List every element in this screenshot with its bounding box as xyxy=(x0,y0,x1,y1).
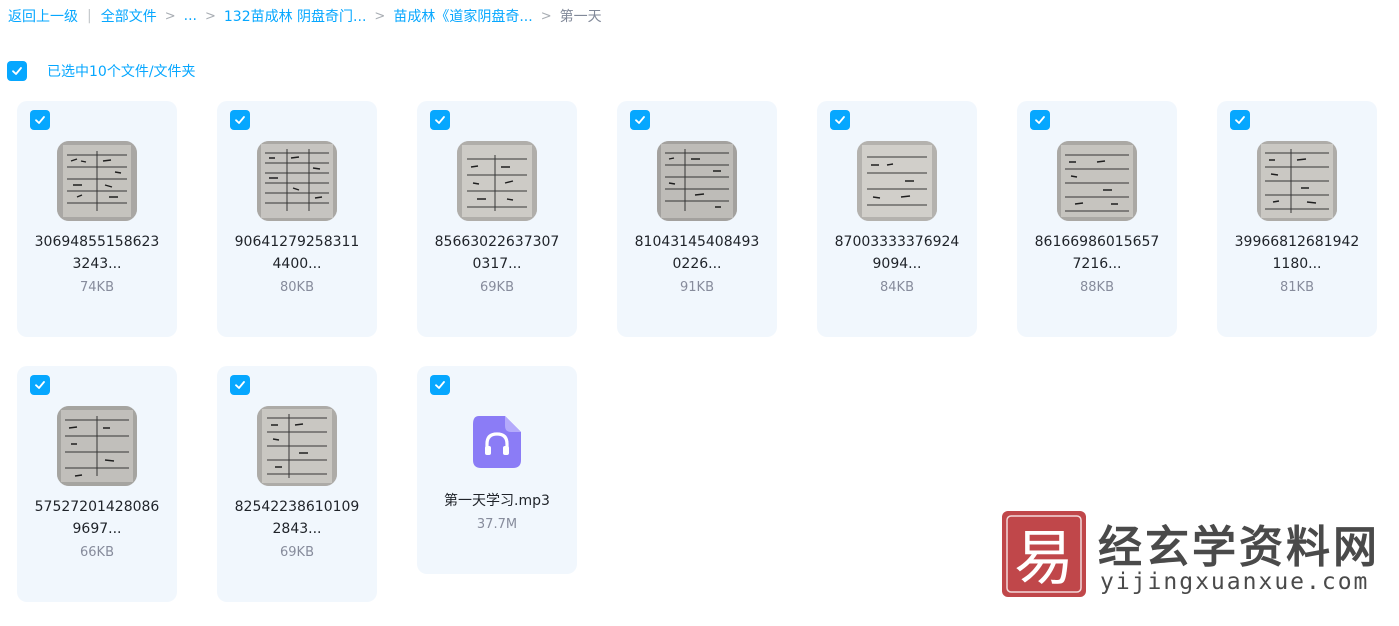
watermark-logo: 易 xyxy=(1000,509,1088,599)
image-thumbnail xyxy=(257,406,337,486)
image-thumbnail xyxy=(57,141,137,221)
image-thumbnail xyxy=(657,141,737,221)
checkmark-icon xyxy=(435,381,445,389)
file-name-line: 82542238610109 xyxy=(234,499,360,515)
breadcrumb-separator-icon: > xyxy=(204,8,216,24)
file-card[interactable]: 第一天学习.mp3 37.7M xyxy=(417,366,577,574)
file-checkbox[interactable] xyxy=(230,375,250,395)
checkmark-icon xyxy=(12,67,22,75)
file-card[interactable]: 85663022637307 0317... 69KB xyxy=(417,101,577,337)
file-name: 85663022637307 0317... xyxy=(423,231,571,275)
file-name-line: 9094... xyxy=(872,256,922,272)
file-size: 37.7M xyxy=(476,517,518,532)
checkmark-icon xyxy=(1035,116,1045,124)
file-size: 84KB xyxy=(880,280,914,295)
file-name-line: 0226... xyxy=(672,256,722,272)
breadcrumb-folder-daojia[interactable]: 苗成林《道家阴盘奇... xyxy=(393,6,532,26)
file-checkbox[interactable] xyxy=(430,375,450,395)
file-checkbox[interactable] xyxy=(230,110,250,130)
breadcrumb: 返回上一级 | 全部文件 > ... > 132苗成林 阴盘奇门... > 苗成… xyxy=(8,6,602,26)
breadcrumb-divider: | xyxy=(87,8,92,24)
file-name-line: 85663022637307 xyxy=(434,234,560,250)
file-checkbox[interactable] xyxy=(30,110,50,130)
file-name: 86166986015657 7216... xyxy=(1023,231,1171,275)
file-card[interactable]: 81043145408493 0226... 91KB xyxy=(617,101,777,337)
image-thumbnail xyxy=(457,141,537,221)
file-size: 66KB xyxy=(80,545,114,560)
file-checkbox[interactable] xyxy=(830,110,850,130)
file-name-line: 39966812681942 xyxy=(1234,234,1360,250)
file-name-line: 30694855158623 xyxy=(34,234,160,250)
file-name-line: 7216... xyxy=(1072,256,1122,272)
breadcrumb-separator-icon: > xyxy=(540,8,552,24)
file-size: 80KB xyxy=(280,280,314,295)
headphones-icon xyxy=(473,416,521,468)
file-checkbox[interactable] xyxy=(430,110,450,130)
selection-bar: 已选中10个文件/文件夹 xyxy=(7,61,196,81)
file-name-line: 9697... xyxy=(72,521,122,537)
file-checkbox[interactable] xyxy=(630,110,650,130)
file-name-line: 86166986015657 xyxy=(1034,234,1160,250)
breadcrumb-current: 第一天 xyxy=(559,9,602,25)
checkmark-icon xyxy=(35,116,45,124)
file-checkbox[interactable] xyxy=(1230,110,1250,130)
file-name: 90641279258311 4400... xyxy=(223,231,371,275)
file-name: 57527201428086 9697... xyxy=(23,496,171,540)
checkmark-icon xyxy=(835,116,845,124)
file-checkbox[interactable] xyxy=(30,375,50,395)
watermark-title: 经玄学资料网 xyxy=(1098,522,1380,573)
file-card[interactable]: 57527201428086 9697... 66KB xyxy=(17,366,177,602)
file-size: 91KB xyxy=(680,280,714,295)
back-link[interactable]: 返回上一级 xyxy=(8,6,78,26)
file-name-line: 0317... xyxy=(472,256,522,272)
file-name-line: 3243... xyxy=(72,256,122,272)
file-name-line: 1180... xyxy=(1272,256,1322,272)
watermark-logo-glyph: 易 xyxy=(1014,524,1074,594)
file-card[interactable]: 30694855158623 3243... 74KB xyxy=(17,101,177,337)
file-name-line: 90641279258311 xyxy=(234,234,360,250)
file-size: 74KB xyxy=(80,280,114,295)
checkmark-icon xyxy=(435,116,445,124)
breadcrumb-all-files[interactable]: 全部文件 xyxy=(101,6,157,26)
file-checkbox[interactable] xyxy=(1030,110,1050,130)
file-card[interactable]: 90641279258311 4400... 80KB xyxy=(217,101,377,337)
watermark: 易 经玄学资料网 yijingxuanxue.com xyxy=(1000,507,1390,601)
checkmark-icon xyxy=(35,381,45,389)
selection-count-text: 已选中10个文件/文件夹 xyxy=(47,64,196,80)
watermark-domain: yijingxuanxue.com xyxy=(1100,569,1370,595)
breadcrumb-separator-icon: > xyxy=(164,8,176,24)
image-thumbnail xyxy=(857,141,937,221)
breadcrumb-separator-icon: > xyxy=(374,8,386,24)
file-name-line: 81043145408493 xyxy=(634,234,760,250)
breadcrumb-folder-132[interactable]: 132苗成林 阴盘奇门... xyxy=(224,6,367,26)
image-thumbnail xyxy=(257,141,337,221)
file-card[interactable]: 39966812681942 1180... 81KB xyxy=(1217,101,1377,337)
image-thumbnail xyxy=(1057,141,1137,221)
image-thumbnail xyxy=(57,406,137,486)
file-name: 第一天学习.mp3 xyxy=(444,493,550,509)
breadcrumb-ellipsis[interactable]: ... xyxy=(184,8,197,24)
select-all-checkbox[interactable] xyxy=(7,61,27,81)
file-card[interactable]: 82542238610109 2843... 69KB xyxy=(217,366,377,602)
file-name: 30694855158623 3243... xyxy=(23,231,171,275)
file-size: 69KB xyxy=(280,545,314,560)
image-thumbnail xyxy=(1257,141,1337,221)
file-name-line: 87003333376924 xyxy=(834,234,960,250)
file-name: 81043145408493 0226... xyxy=(623,231,771,275)
file-size: 88KB xyxy=(1080,280,1114,295)
file-name: 82542238610109 2843... xyxy=(223,496,371,540)
file-name: 39966812681942 1180... xyxy=(1223,231,1371,275)
checkmark-icon xyxy=(235,116,245,124)
checkmark-icon xyxy=(635,116,645,124)
file-card[interactable]: 87003333376924 9094... 84KB xyxy=(817,101,977,337)
checkmark-icon xyxy=(1235,116,1245,124)
file-name-line: 2843... xyxy=(272,521,322,537)
file-name-line: 4400... xyxy=(272,256,322,272)
file-size: 81KB xyxy=(1280,280,1314,295)
file-name: 87003333376924 9094... xyxy=(823,231,971,275)
checkmark-icon xyxy=(235,381,245,389)
file-size: 69KB xyxy=(480,280,514,295)
file-name-line: 57527201428086 xyxy=(34,499,160,515)
file-card[interactable]: 86166986015657 7216... 88KB xyxy=(1017,101,1177,337)
